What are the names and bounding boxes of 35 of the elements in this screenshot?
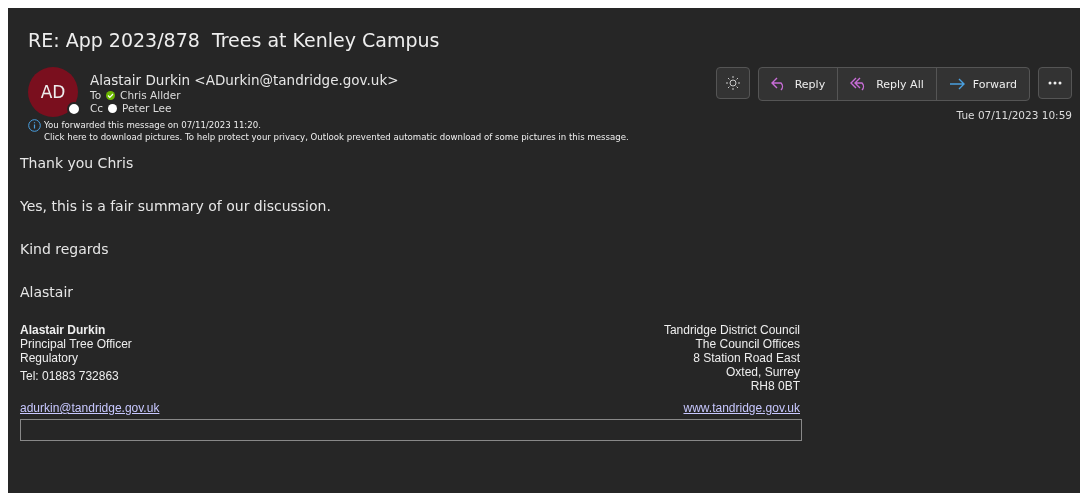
forward-button[interactable]: Forward — [935, 68, 1029, 100]
signature-phone: Tel: 01883 732863 — [20, 369, 119, 383]
body-paragraph: Thank you Chris — [20, 155, 135, 171]
info-text: You forwarded this message on 07/11/2023 11:20. — [44, 119, 262, 131]
address-line: The Council Offices — [695, 337, 800, 351]
forward-icon — [948, 78, 965, 90]
sun-icon — [725, 76, 740, 90]
message-subject: RE: App 2023/878 Trees at Kenley Campus — [27, 28, 441, 53]
body-paragraph: Kind regards — [20, 241, 110, 257]
reply-button[interactable]: Reply — [758, 68, 838, 100]
email-link[interactable]: adurkin@tandridge.gov.uk — [20, 401, 160, 415]
signature-line: Principal Tree Officer — [20, 337, 132, 351]
recipient-label: Cc — [90, 102, 104, 114]
recipient-name[interactable]: Chris Allder — [120, 89, 181, 101]
info-icon — [28, 119, 41, 132]
info-text[interactable]: Click here to download pictures. To help protect your privacy, Outlook prevented automatic download of some pictures in this message. — [44, 131, 629, 143]
address-line: 8 Station Road East — [693, 351, 800, 365]
reply-all-button[interactable]: Reply All — [837, 68, 936, 100]
signature-name: Alastair Durkin — [20, 323, 106, 337]
theme-toggle-button[interactable] — [715, 67, 750, 99]
body-paragraph: Alastair — [20, 284, 75, 300]
address-line: Oxted, Surrey — [725, 365, 800, 379]
message-date: Tue 07/11/2023 10:59 — [956, 109, 1072, 121]
body-paragraph: Yes, this is a fair summary of our discussion. — [20, 198, 332, 214]
more-button[interactable] — [1038, 67, 1072, 99]
presence-icon — [67, 102, 81, 116]
address-line: RH8 0BT — [750, 379, 800, 393]
website-link[interactable]: www.tandridge.gov.uk — [683, 401, 800, 415]
signature-line: Regulatory — [20, 351, 79, 365]
recipient-name[interactable]: Peter Lee — [122, 102, 172, 114]
sender-avatar: AD — [28, 67, 78, 117]
more-icon — [1048, 81, 1062, 85]
sender-name[interactable]: Alastair Durkin <ADurkin@tandridge.gov.uk> — [90, 72, 399, 88]
address-line: Tandridge District Council — [663, 323, 800, 337]
recipient-label: To — [90, 89, 102, 101]
